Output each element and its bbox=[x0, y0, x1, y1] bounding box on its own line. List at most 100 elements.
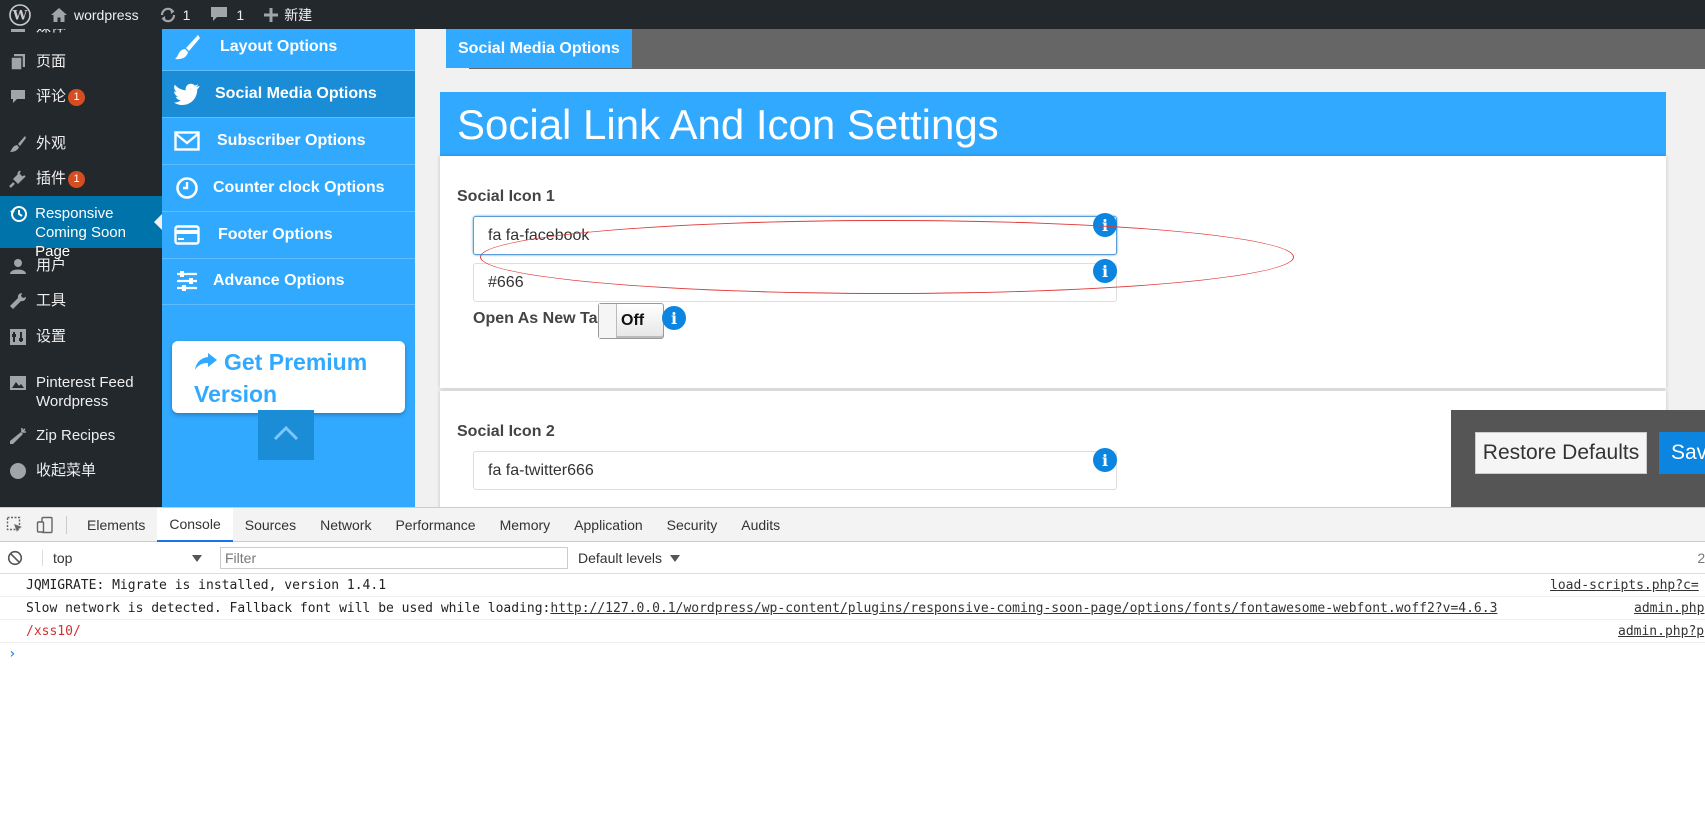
tab-security[interactable]: Security bbox=[655, 508, 730, 542]
info-icon[interactable]: i bbox=[1093, 448, 1117, 472]
tab-audits[interactable]: Audits bbox=[729, 508, 792, 542]
menu-item-collapse[interactable]: 收起菜单 bbox=[0, 461, 162, 491]
nav-layout-options[interactable]: Layout Options bbox=[162, 24, 415, 71]
sliders-icon bbox=[162, 270, 212, 292]
console-source-link[interactable]: load-scripts.php?c= bbox=[1550, 578, 1699, 593]
info-icon[interactable]: i bbox=[1093, 259, 1117, 283]
menu-item-users[interactable]: 用户 bbox=[0, 256, 162, 286]
plus-icon bbox=[264, 7, 279, 22]
console-font-url-link[interactable]: http://127.0.0.1/wordpress/wp-content/pl… bbox=[550, 601, 1497, 616]
console-source-link[interactable]: admin.php bbox=[1634, 601, 1704, 616]
credit-card-icon bbox=[162, 225, 212, 245]
social-icon-1-icon-input[interactable]: fa fa-facebook bbox=[473, 216, 1117, 255]
menu-label-plugins: 插件 bbox=[36, 170, 67, 187]
tab-memory[interactable]: Memory bbox=[488, 508, 563, 542]
menu-label-pinterest-1: Pinterest Feed bbox=[36, 374, 134, 391]
open-new-tab-toggle[interactable]: Off bbox=[598, 303, 664, 339]
device-toolbar-icon[interactable] bbox=[30, 516, 60, 534]
console-filter-input[interactable]: Filter bbox=[220, 546, 568, 569]
menu-label-rcsp-1: Responsive bbox=[35, 205, 114, 222]
menu-item-tools[interactable]: 工具 bbox=[0, 291, 162, 321]
restore-defaults-button[interactable]: Restore Defaults bbox=[1475, 432, 1647, 474]
comments-count: 1 bbox=[236, 6, 245, 23]
social-icon-1-color-input[interactable]: #666 bbox=[473, 263, 1117, 302]
console-message-text: Slow network is detected. Fallback font … bbox=[26, 600, 551, 616]
menu-item-appearance[interactable]: 外观 bbox=[0, 134, 162, 164]
comment-icon bbox=[210, 6, 228, 23]
site-name: wordpress bbox=[74, 6, 139, 23]
nav-label-social: Social Media Options bbox=[215, 85, 377, 102]
tab-social-media-options[interactable]: Social Media Options bbox=[446, 29, 632, 68]
site-name-link[interactable]: wordpress bbox=[40, 0, 149, 29]
comments-badge: 1 bbox=[68, 89, 86, 106]
tab-performance[interactable]: Performance bbox=[383, 508, 487, 542]
user-icon bbox=[0, 256, 36, 275]
current-menu-arrow bbox=[154, 214, 162, 230]
social-icon-1-label: Social Icon 1 bbox=[457, 188, 555, 205]
plugin-options-sidebar: Layout Options Social Media Options Subs… bbox=[162, 29, 415, 507]
nav-counter-clock-options[interactable]: Counter clock Options bbox=[162, 165, 415, 212]
caret-down-icon bbox=[669, 550, 680, 566]
history-icon bbox=[0, 204, 35, 223]
pages-icon bbox=[0, 52, 36, 71]
menu-item-comments[interactable]: 评论 1 bbox=[0, 87, 162, 117]
section-title: Social Link And Icon Settings bbox=[440, 92, 1666, 157]
paintbrush-icon bbox=[0, 134, 36, 153]
menu-item-zip-recipes[interactable]: Zip Recipes bbox=[0, 426, 162, 456]
menu-item-media[interactable]: 媒体 bbox=[0, 29, 162, 37]
info-icon[interactable]: i bbox=[662, 306, 686, 330]
menu-item-plugins[interactable]: 插件 1 bbox=[0, 169, 162, 199]
clear-console-icon[interactable] bbox=[0, 550, 30, 566]
social-icon-1-panel: Social Icon 1 fa fa-facebook i #666 i Op… bbox=[440, 156, 1666, 388]
svg-text:W: W bbox=[12, 8, 28, 23]
tab-network[interactable]: Network bbox=[308, 508, 383, 542]
nav-footer-options[interactable]: Footer Options bbox=[162, 212, 415, 259]
nav-social-media-options[interactable]: Social Media Options bbox=[162, 71, 415, 118]
save-button[interactable]: Save bbox=[1659, 432, 1705, 474]
caret-down-icon bbox=[192, 550, 202, 566]
tab-application[interactable]: Application bbox=[562, 508, 655, 542]
menu-label-collapse: 收起菜单 bbox=[36, 462, 97, 479]
scroll-to-top-button[interactable] bbox=[258, 410, 314, 460]
get-premium-button[interactable]: Get Premium Version bbox=[172, 341, 405, 413]
tab-sources[interactable]: Sources bbox=[233, 508, 308, 542]
envelope-icon bbox=[162, 131, 212, 151]
tab-elements[interactable]: Elements bbox=[75, 508, 157, 542]
menu-item-pinterest[interactable]: Pinterest Feed Wordpress bbox=[0, 373, 162, 417]
console-source-link[interactable]: admin.php?p bbox=[1618, 624, 1704, 639]
inspect-element-icon[interactable] bbox=[0, 516, 30, 534]
admin-menu: 媒体 页面 评论1 外观 插件1 ResponsiveComing Soon P… bbox=[0, 29, 162, 507]
info-icon[interactable]: i bbox=[1093, 213, 1117, 237]
console-message-text: JQMIGRATE: Migrate is installed, version… bbox=[26, 577, 387, 593]
new-label: 新建 bbox=[284, 6, 313, 23]
collapse-icon bbox=[0, 461, 36, 480]
main-content: Social Media Options Social Link And Ico… bbox=[415, 29, 1705, 507]
nav-subscriber-options[interactable]: Subscriber Options bbox=[162, 118, 415, 165]
media-icon bbox=[0, 29, 36, 34]
tab-console[interactable]: Console bbox=[157, 507, 233, 542]
log-levels-dropdown[interactable]: Default levels bbox=[578, 550, 680, 566]
nav-label-counter: Counter clock Options bbox=[213, 179, 385, 196]
twitter-icon bbox=[162, 83, 212, 105]
menu-item-responsive-coming-soon[interactable]: Responsive Coming Soon Page bbox=[0, 196, 162, 260]
share-arrow-icon bbox=[194, 349, 218, 379]
menu-item-pages[interactable]: 页面 bbox=[0, 52, 162, 82]
console-prompt[interactable]: › bbox=[8, 646, 16, 662]
menu-item-settings[interactable]: 设置 bbox=[0, 327, 162, 357]
menu-label-pinterest-2: Wordpress bbox=[36, 393, 109, 410]
refresh-icon bbox=[159, 6, 177, 24]
menu-label-settings: 设置 bbox=[36, 328, 67, 345]
action-bar: Restore Defaults Save bbox=[1451, 410, 1705, 507]
context-selector[interactable]: top bbox=[42, 549, 212, 566]
devtools-panel: Elements Console Sources Network Perform… bbox=[0, 507, 1705, 817]
nav-advance-options[interactable]: Advance Options bbox=[162, 258, 415, 305]
console-message-text: /xss10/ bbox=[26, 623, 81, 639]
social-icon-2-icon-input[interactable]: fa fa-twitter666 bbox=[473, 451, 1117, 490]
open-new-tab-label: Open As New Tab bbox=[473, 310, 608, 327]
premium-label-2: Version bbox=[194, 381, 278, 407]
wordpress-logo-icon[interactable]: W bbox=[0, 0, 40, 29]
home-icon bbox=[50, 7, 68, 23]
paintbrush-icon bbox=[162, 34, 212, 60]
console-message: JQMIGRATE: Migrate is installed, version… bbox=[0, 574, 1705, 597]
menu-label-users: 用户 bbox=[36, 257, 67, 274]
